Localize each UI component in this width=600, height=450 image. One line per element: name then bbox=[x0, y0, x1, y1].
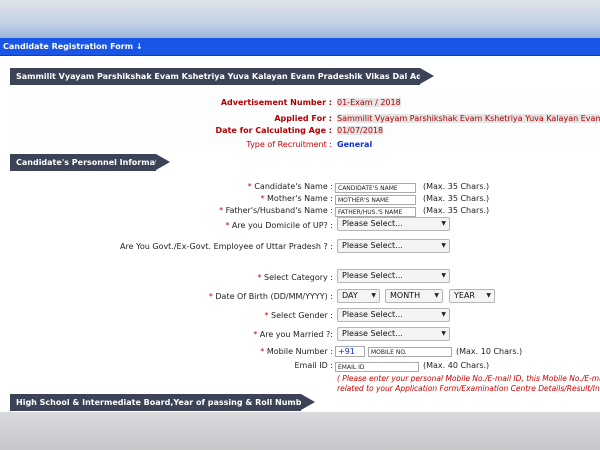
category-label: * Select Category : bbox=[257, 273, 333, 282]
father-name-label-text: Father's/Husband's Name : bbox=[225, 206, 333, 215]
exam-banner: Sammilit Vyayam Parshikshak Evam Kshetri… bbox=[10, 68, 500, 85]
mobile-country-code[interactable]: +91 bbox=[335, 346, 365, 357]
browser-chrome-blur bbox=[0, 0, 600, 38]
govt-employee-select[interactable]: Please Select... ▼ bbox=[337, 239, 450, 253]
married-select-value: Please Select... bbox=[342, 329, 403, 338]
father-name-input[interactable]: FATHER/HUS.'S NAME bbox=[335, 207, 416, 217]
domicile-label-text: Are you Domicile of UP? : bbox=[231, 221, 333, 230]
mother-name-label: * Mother's Name : bbox=[260, 194, 333, 203]
category-select-value: Please Select... bbox=[342, 271, 403, 280]
category-label-text: Select Category : bbox=[263, 273, 333, 282]
form-title-bar[interactable]: Candidate Registration Form ↓ bbox=[0, 38, 600, 56]
email-input[interactable]: EMAIL ID bbox=[335, 362, 419, 372]
recruitment-value: General bbox=[337, 140, 373, 149]
advertisement-value: 01-Exam / 2018 bbox=[337, 98, 401, 107]
father-name-label: * Father's/Husband's Name : bbox=[219, 206, 333, 215]
age-date-value: 01/07/2018 bbox=[337, 126, 384, 135]
gender-label: * Select Gender : bbox=[265, 311, 334, 320]
dropdown-arrow-icon: ▼ bbox=[441, 311, 446, 318]
govt-employee-label: Are You Govt./Ex-Govt. Employee of Uttar… bbox=[119, 242, 333, 251]
mother-name-hint: (Max. 35 Chars.) bbox=[423, 194, 490, 203]
gender-label-text: Select Gender : bbox=[271, 311, 333, 320]
candidate-name-label: * Candidate's Name : bbox=[248, 182, 333, 191]
father-name-hint: (Max. 35 Chars.) bbox=[423, 206, 490, 215]
domicile-select[interactable]: Please Select... ▼ bbox=[337, 217, 450, 231]
advertisement-label: Advertisement Number : bbox=[220, 98, 332, 107]
mobile-hint: (Max. 10 Chars.) bbox=[456, 347, 523, 356]
domicile-label: * Are you Domicile of UP? : bbox=[225, 221, 333, 230]
applied-for-label: Applied For : bbox=[274, 114, 332, 123]
mother-name-input[interactable]: MOTHER'S NAME bbox=[335, 195, 416, 205]
dob-label-text: Date Of Birth (DD/MM/YYYY) : bbox=[215, 292, 333, 301]
category-select[interactable]: Please Select... ▼ bbox=[337, 269, 450, 283]
dob-label: * Date Of Birth (DD/MM/YYYY) : bbox=[209, 292, 333, 301]
mother-name-label-text: Mother's Name : bbox=[267, 194, 333, 203]
email-hint: (Max. 40 Chars.) bbox=[423, 361, 490, 370]
dropdown-arrow-icon: ▼ bbox=[441, 220, 446, 227]
registration-page: Candidate Registration Form ↓ Sammilit V… bbox=[0, 38, 600, 412]
married-select[interactable]: Please Select... ▼ bbox=[337, 327, 450, 341]
dropdown-arrow-icon: ▼ bbox=[434, 292, 439, 299]
dropdown-arrow-icon: ▼ bbox=[371, 292, 376, 299]
dob-year-select[interactable]: YEAR ▼ bbox=[449, 289, 495, 303]
dob-day-value: DAY bbox=[342, 291, 358, 300]
dob-year-value: YEAR bbox=[454, 291, 475, 300]
dropdown-arrow-icon: ▼ bbox=[441, 272, 446, 279]
domicile-select-value: Please Select... bbox=[342, 219, 403, 228]
dob-day-select[interactable]: DAY ▼ bbox=[337, 289, 380, 303]
married-label-text: Are you Married ?: bbox=[259, 330, 333, 339]
high-school-section-header[interactable]: High School & Intermediate Board,Year of… bbox=[10, 394, 355, 411]
married-label: * Are you Married ?: bbox=[253, 330, 333, 339]
mobile-label: * Mobile Number : bbox=[260, 347, 333, 356]
govt-employee-select-value: Please Select... bbox=[342, 241, 403, 250]
gender-select[interactable]: Please Select... ▼ bbox=[337, 308, 450, 322]
mobile-label-text: Mobile Number : bbox=[266, 347, 333, 356]
dropdown-arrow-icon: ▼ bbox=[486, 292, 491, 299]
dropdown-arrow-icon: ▼ bbox=[441, 330, 446, 337]
candidate-name-hint: (Max. 35 Chars.) bbox=[423, 182, 490, 191]
dropdown-arrow-icon: ▼ bbox=[441, 242, 446, 249]
applied-for-value: Sammilit Vyayam Parshikshak Evam Kshetri… bbox=[337, 114, 600, 123]
contact-note-line-2: related to your Application Form/Examina… bbox=[337, 384, 600, 393]
recruitment-label: Type of Recruitment : bbox=[246, 140, 332, 149]
dob-month-select[interactable]: MONTH ▼ bbox=[385, 289, 443, 303]
age-date-label: Date for Calculating Age : bbox=[215, 126, 332, 135]
dob-month-value: MONTH bbox=[390, 291, 421, 300]
candidate-name-input[interactable]: CANDIDATE'S NAME bbox=[335, 183, 416, 193]
contact-note-line-1: ( Please enter your personal Mobile No./… bbox=[337, 374, 600, 383]
personnel-section-header: Candidate's Personnel Information bbox=[10, 154, 173, 171]
gender-select-value: Please Select... bbox=[342, 310, 403, 319]
candidate-name-label-text: Candidate's Name : bbox=[254, 182, 333, 191]
mobile-number-input[interactable]: MOBILE NO. bbox=[368, 347, 452, 357]
email-label: Email ID : bbox=[294, 361, 334, 370]
page-bottom-blur bbox=[0, 412, 600, 450]
